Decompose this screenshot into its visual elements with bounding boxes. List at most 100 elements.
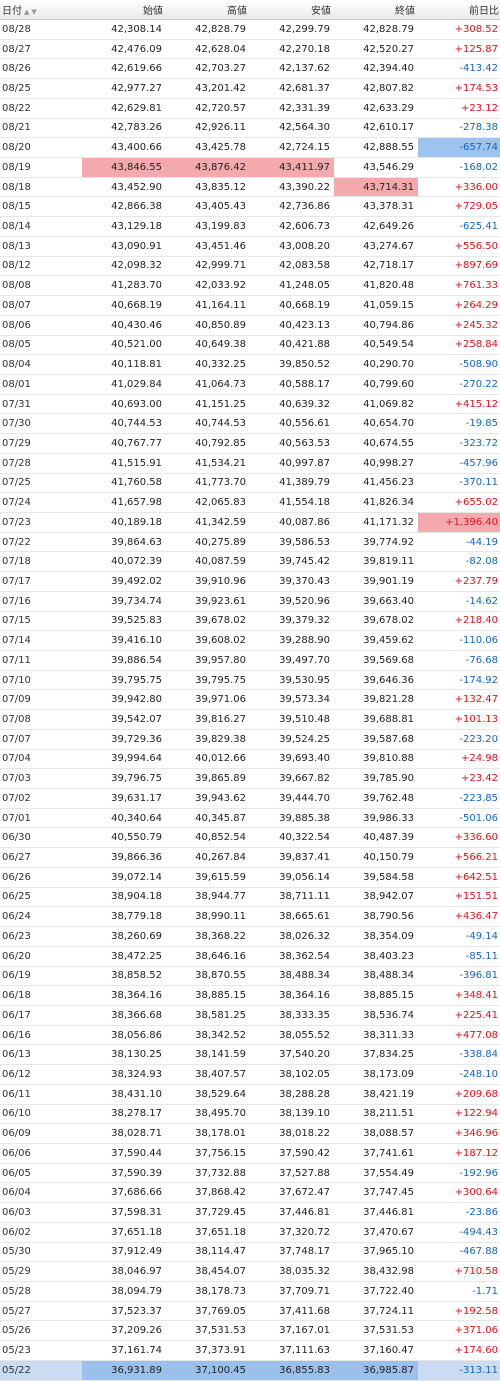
cell-low: 40,997.87 [250, 453, 334, 474]
table-row[interactable]: 06/19 38,858.52 38,870.55 38,488.34 38,488.3… [0, 966, 500, 987]
table-row[interactable]: 06/26 39,072.14 39,615.59 39,056.14 39,584.5… [0, 867, 500, 888]
table-row[interactable]: 08/07 40,668.19 41,164.11 40,668.19 41,059.1… [0, 295, 500, 316]
table-row[interactable]: 06/09 38,028.71 38,178.01 38,018.22 38,088.5… [0, 1123, 500, 1144]
table-row[interactable]: 08/26 42,619.66 42,703.27 42,137.62 42,394.4… [0, 58, 500, 80]
table-row[interactable]: 07/08 39,542.07 39,816.27 39,510.48 39,688.8… [0, 709, 500, 730]
column-header-close[interactable]: 終値 [334, 0, 418, 20]
table-row[interactable]: 08/01 41,029.84 41,064.73 40,588.17 40,799.6… [0, 374, 500, 395]
cell-change: -76.68 [418, 650, 500, 671]
cell-open: 37,209.26 [82, 1320, 166, 1342]
table-row[interactable]: 06/24 38,779.18 38,990.11 38,665.61 38,790.5… [0, 906, 500, 928]
table-row[interactable]: 05/26 37,209.26 37,531.53 37,167.01 37,531.5… [0, 1320, 500, 1342]
table-row[interactable]: 08/05 40,521.00 40,649.38 40,421.88 40,549.5… [0, 335, 500, 356]
table-row[interactable]: 08/14 43,129.18 43,199.83 42,606.73 42,649.2… [0, 216, 500, 237]
table-row[interactable]: 06/18 38,364.16 38,885.15 38,364.16 38,885.1… [0, 985, 500, 1006]
table-row[interactable]: 08/06 40,430.46 40,850.89 40,423.13 40,794.8… [0, 315, 500, 336]
table-row[interactable]: 06/17 38,366.68 38,581.25 38,333.35 38,536.7… [0, 1005, 500, 1026]
column-header-date-label: 日付 [2, 6, 22, 17]
table-row[interactable]: 07/28 41,515.91 41,534.21 40,997.87 40,998.2… [0, 453, 500, 474]
cell-high: 39,829.38 [166, 729, 250, 750]
cell-date: 06/10 [0, 1104, 82, 1125]
table-row[interactable]: 06/16 38,056.86 38,342.52 38,055.52 38,311.3… [0, 1025, 500, 1046]
cell-low: 39,586.53 [250, 532, 334, 553]
table-row[interactable]: 06/05 37,590.39 37,732.88 37,527.88 37,554.4… [0, 1163, 500, 1184]
table-row[interactable]: 06/20 38,472.25 38,646.16 38,362.54 38,403.2… [0, 946, 500, 967]
table-row[interactable]: 06/23 38,260.69 38,368.22 38,026.32 38,354.0… [0, 926, 500, 947]
table-row[interactable]: 07/09 39,942.80 39,971.06 39,573.34 39,821.2… [0, 689, 500, 711]
table-row[interactable]: 08/12 42,098.32 42,999.71 42,083.58 42,718.1… [0, 256, 500, 277]
cell-high: 37,651.18 [166, 1222, 250, 1243]
table-row[interactable]: 07/24 41,657.98 42,065.83 41,554.18 41,826.3… [0, 492, 500, 513]
table-row[interactable]: 07/29 40,767.77 40,792.85 40,563.53 40,674.5… [0, 433, 500, 454]
cell-close: 39,986.33 [334, 808, 418, 829]
table-row[interactable]: 07/14 39,416.10 39,608.02 39,288.90 39,459.6… [0, 630, 500, 651]
table-row[interactable]: 05/29 38,046.97 38,454.07 38,035.32 38,432.9… [0, 1261, 500, 1282]
cell-date: 07/18 [0, 551, 82, 573]
cell-high: 40,852.54 [166, 827, 250, 849]
table-row[interactable]: 07/01 40,340.64 40,345.87 39,885.38 39,986.3… [0, 808, 500, 829]
cell-low: 42,564.30 [250, 118, 334, 139]
cell-low: 41,554.18 [250, 492, 334, 513]
column-header-open[interactable]: 始値 [82, 0, 166, 20]
table-row[interactable]: 06/10 38,278.17 38,495.70 38,139.10 38,211.5… [0, 1104, 500, 1125]
cell-open: 38,130.25 [82, 1044, 166, 1066]
table-row[interactable]: 06/30 40,550.79 40,852.54 40,322.54 40,487.3… [0, 827, 500, 849]
table-row[interactable]: 07/17 39,492.02 39,910.96 39,370.43 39,901.1… [0, 571, 500, 592]
table-row[interactable]: 07/31 40,693.00 41,151.25 40,639.32 41,069.8… [0, 394, 500, 415]
table-row[interactable]: 07/11 39,886.54 39,957.80 39,497.70 39,569.6… [0, 650, 500, 671]
table-row[interactable]: 07/07 39,729.36 39,829.38 39,524.25 39,587.6… [0, 729, 500, 750]
table-row[interactable]: 05/30 37,912.49 38,114.47 37,748.17 37,965.1… [0, 1242, 500, 1263]
cell-low: 37,111.63 [250, 1340, 334, 1361]
table-row[interactable]: 06/25 38,904.18 38,944.77 38,711.11 38,942.0… [0, 887, 500, 908]
table-row[interactable]: 06/06 37,590.44 37,756.15 37,590.42 37,741.6… [0, 1143, 500, 1164]
cell-close: 41,820.48 [334, 275, 418, 297]
cell-high: 42,828.79 [166, 19, 250, 40]
table-row[interactable]: 07/10 39,795.75 39,795.75 39,530.95 39,646.3… [0, 670, 500, 691]
table-row[interactable]: 08/27 42,476.09 42,628.04 42,270.18 42,520.2… [0, 39, 500, 60]
table-row[interactable]: 06/13 38,130.25 38,141.59 37,540.20 37,834.2… [0, 1044, 500, 1066]
sort-ascending-icon[interactable]: ▲ [24, 8, 29, 16]
table-row[interactable]: 05/27 37,523.37 37,769.05 37,411.68 37,724.1… [0, 1301, 500, 1322]
table-row[interactable]: 08/13 43,090.91 43,451.46 43,008.20 43,274.6… [0, 236, 500, 257]
table-row[interactable]: 07/23 40,189.18 41,342.59 40,087.86 41,171.3… [0, 512, 500, 533]
cell-change: -44.19 [418, 532, 500, 553]
column-header-date[interactable]: 日付 ▲ ▼ [0, 0, 82, 20]
table-row[interactable]: 07/15 39,525.83 39,678.02 39,379.32 39,678.0… [0, 611, 500, 632]
cell-high: 39,795.75 [166, 670, 250, 691]
column-header-change[interactable]: 前日比 [418, 0, 500, 20]
column-header-high[interactable]: 高値 [166, 0, 250, 20]
table-row[interactable]: 06/04 37,686.66 37,868.42 37,672.47 37,747.4… [0, 1182, 500, 1204]
table-row[interactable]: 08/22 42,629.81 42,720.57 42,331.39 42,633.2… [0, 98, 500, 119]
table-row[interactable]: 07/02 39,631.17 39,943.62 39,444.70 39,762.4… [0, 788, 500, 809]
table-row[interactable]: 08/18 43,452.90 43,835.12 43,390.22 43,714.3… [0, 177, 500, 198]
cell-date: 08/13 [0, 236, 82, 257]
column-header-low[interactable]: 安値 [250, 0, 334, 20]
table-row[interactable]: 08/21 42,783.26 42,926.11 42,564.30 42,610.1… [0, 118, 500, 139]
table-row[interactable]: 07/25 41,760.58 41,773.70 41,389.79 41,456.2… [0, 473, 500, 494]
table-row[interactable]: 05/28 38,094.79 38,178.73 37,709.71 37,722.4… [0, 1281, 500, 1302]
cell-open: 40,693.00 [82, 394, 166, 415]
table-row[interactable]: 08/20 43,400.66 43,425.78 42,724.15 42,888.5… [0, 137, 500, 159]
table-row[interactable]: 05/22 36,931.89 37,100.45 36,855.83 36,985.8… [0, 1360, 500, 1381]
table-row[interactable]: 06/03 37,598.31 37,729.45 37,446.81 37,446.8… [0, 1202, 500, 1223]
table-row[interactable]: 06/27 39,866.36 40,267.84 39,837.41 40,150.7… [0, 847, 500, 868]
table-row[interactable]: 07/18 40,072.39 40,087.59 39,745.42 39,819.1… [0, 551, 500, 573]
table-row[interactable]: 08/04 40,118.81 40,332.25 39,850.52 40,290.7… [0, 354, 500, 375]
table-row[interactable]: 07/04 39,994.64 40,012.66 39,693.40 39,810.8… [0, 749, 500, 770]
table-row[interactable]: 05/23 37,161.74 37,373.91 37,111.63 37,160.4… [0, 1340, 500, 1361]
table-row[interactable]: 06/12 38,324.93 38,407.57 38,102.05 38,173.0… [0, 1064, 500, 1085]
table-row[interactable]: 06/02 37,651.18 37,651.18 37,320.72 37,470.6… [0, 1222, 500, 1243]
table-row[interactable]: 08/08 41,283.70 42,033.92 41,248.05 41,820.4… [0, 275, 500, 297]
table-row[interactable]: 08/19 43,846.55 43,876.42 43,411.97 43,546.2… [0, 157, 500, 178]
table-row[interactable]: 07/22 39,864.63 40,275.89 39,586.53 39,774.9… [0, 532, 500, 553]
table-row[interactable]: 07/16 39,734.74 39,923.61 39,520.96 39,663.4… [0, 591, 500, 612]
table-row[interactable]: 06/11 38,431.10 38,529.64 38,288.28 38,421.1… [0, 1084, 500, 1105]
cell-date: 06/11 [0, 1084, 82, 1105]
table-row[interactable]: 08/28 42,308.14 42,828.79 42,299.79 42,828.7… [0, 19, 500, 40]
cell-date: 07/08 [0, 709, 82, 730]
sort-descending-icon[interactable]: ▼ [31, 8, 36, 16]
table-row[interactable]: 07/30 40,744.53 40,744.53 40,556.61 40,654.7… [0, 413, 500, 435]
table-row[interactable]: 08/15 42,866.38 43,405.43 42,736.86 43,378.3… [0, 196, 500, 218]
table-row[interactable]: 07/03 39,796.75 39,865.89 39,667.82 39,785.9… [0, 768, 500, 790]
table-row[interactable]: 08/25 42,977.27 43,201.42 42,681.37 42,807.8… [0, 78, 500, 99]
